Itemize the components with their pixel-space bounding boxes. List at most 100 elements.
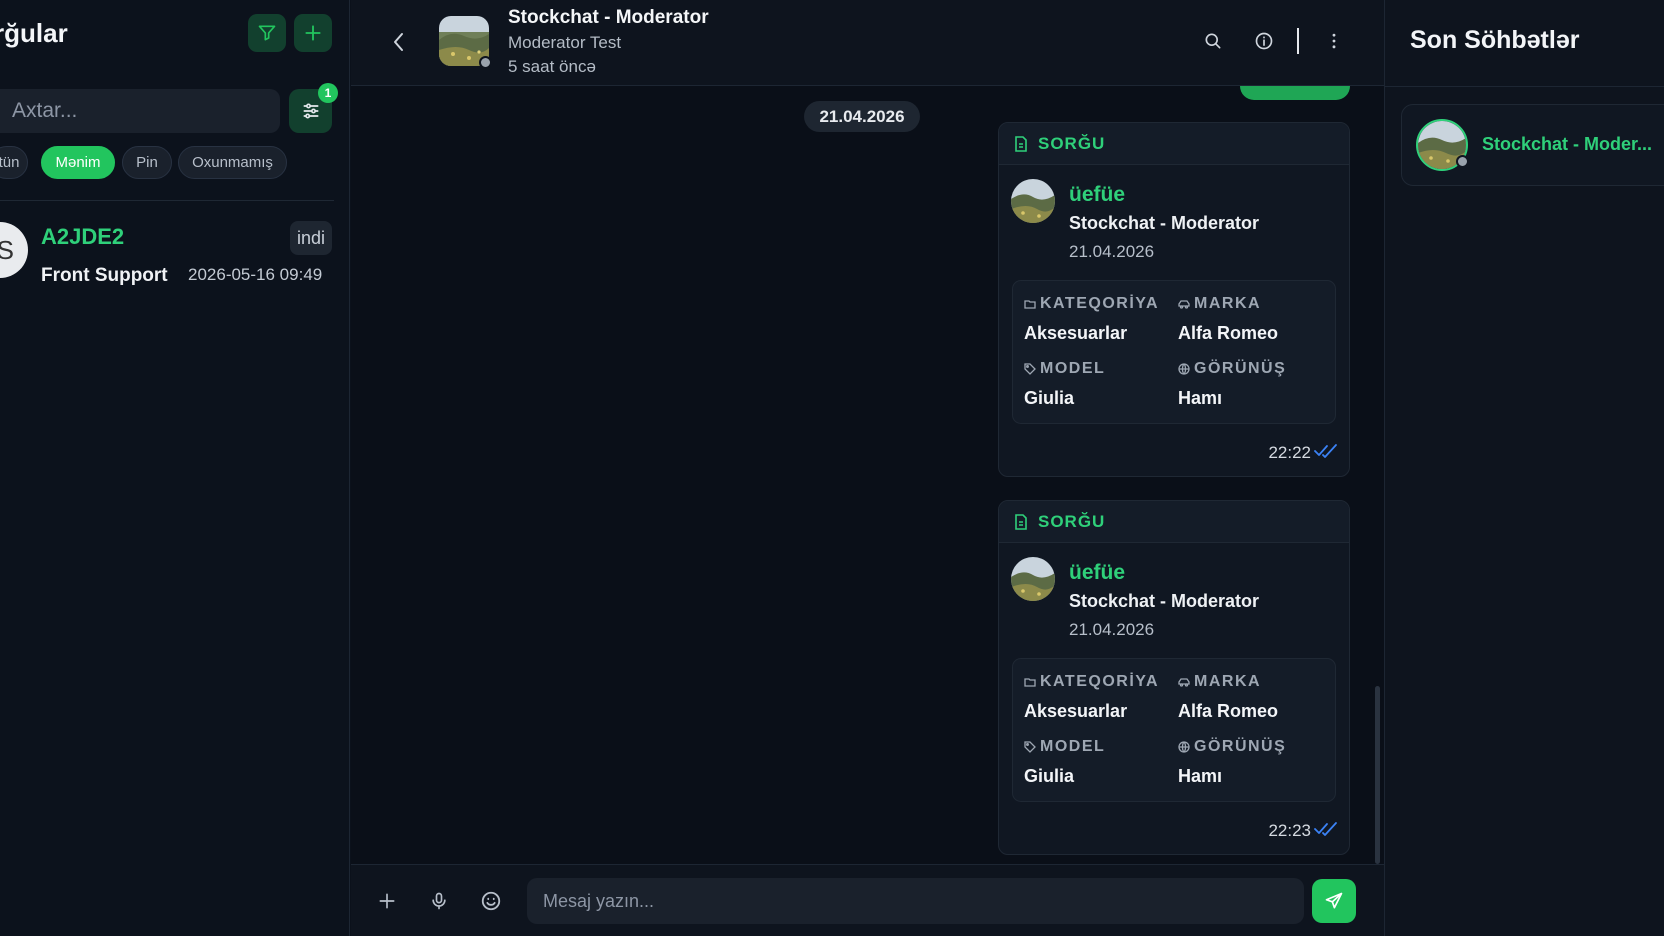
car-icon xyxy=(1178,678,1190,687)
message-composer xyxy=(351,864,1384,936)
field-value-model: Giulia xyxy=(1024,388,1075,408)
new-conversation-button[interactable] xyxy=(294,14,332,52)
search-input[interactable] xyxy=(0,89,280,133)
field-label-category: KATEQORİYA xyxy=(1024,295,1159,313)
plus-icon xyxy=(379,893,395,909)
message-list[interactable]: 21.04.2026 SORĞU üefüe Stockchat - Moder… xyxy=(351,86,1384,864)
mic-icon xyxy=(432,892,446,910)
field-label-brand: MARKA xyxy=(1178,673,1261,691)
avatar: S xyxy=(0,222,28,278)
last-seen: 5 saat öncə xyxy=(508,57,596,76)
search-icon xyxy=(1205,33,1221,49)
field-label-visibility: GÖRÜNÜŞ xyxy=(1178,738,1286,756)
card-user-date: 21.04.2026 xyxy=(1069,620,1155,639)
card-user-source: Stockchat - Moderator xyxy=(1069,213,1260,233)
scrollbar-thumb[interactable] xyxy=(1375,686,1380,864)
card-user: üefüe Stockchat - Moderator 21.04.2026 xyxy=(999,543,1349,658)
info-icon xyxy=(1255,32,1273,50)
double-check-icon xyxy=(1314,822,1337,836)
card-fields: KATEQORİYA Aksesuarlar MARKA Alfa Romeo … xyxy=(1012,658,1336,802)
conversation-time-badge: indi xyxy=(290,221,332,255)
field-value-visibility: Hamı xyxy=(1178,388,1223,408)
card-user-name: üefüe xyxy=(1069,183,1126,206)
avatar xyxy=(1011,179,1055,223)
attach-button[interactable] xyxy=(373,887,401,915)
field-value-category: Aksesuarlar xyxy=(1024,701,1128,721)
recent-panel-title: Son Söhbətlər xyxy=(1410,26,1580,54)
chat-header: Stockchat - Moderator Moderator Test 5 s… xyxy=(351,0,1384,86)
date-separator: 21.04.2026 xyxy=(804,101,920,132)
field-label-category: KATEQORİYA xyxy=(1024,673,1159,691)
document-icon xyxy=(1015,135,1027,152)
send-icon xyxy=(1325,892,1343,909)
recent-conversation-item[interactable]: Stockchat - Moder... 2 xyxy=(1401,104,1664,186)
folder-icon xyxy=(1024,300,1036,309)
double-check-icon xyxy=(1314,444,1337,458)
field-label-visibility: GÖRÜNÜŞ xyxy=(1178,360,1286,378)
inquiry-card[interactable]: SORĞU üefüe Stockchat - Moderator 21.04.… xyxy=(998,122,1350,477)
app-root: rğular 1 tün Mənim Pin Oxunmamış S A2JDE… xyxy=(0,0,1664,936)
document-icon xyxy=(1015,513,1027,530)
field-value-brand: Alfa Romeo xyxy=(1178,323,1279,343)
card-user-source: Stockchat - Moderator xyxy=(1069,591,1260,611)
chip-mine[interactable]: Mənim xyxy=(41,146,115,179)
presence-dot xyxy=(1456,155,1469,168)
field-value-model: Giulia xyxy=(1024,766,1075,786)
previous-message-bubble xyxy=(1240,86,1350,100)
globe-icon xyxy=(1178,363,1190,375)
search-button[interactable] xyxy=(1200,28,1226,54)
card-header: SORĞU xyxy=(999,501,1349,543)
filter-button[interactable] xyxy=(248,14,286,52)
advanced-filter-button[interactable]: 1 xyxy=(289,83,338,133)
emoji-icon xyxy=(481,891,501,911)
card-user-date: 21.04.2026 xyxy=(1069,242,1155,261)
tag-icon xyxy=(1024,741,1036,753)
info-button[interactable] xyxy=(1251,28,1277,54)
folder-icon xyxy=(1024,678,1036,687)
recent-conversation-name: Stockchat - Moder... xyxy=(1482,134,1653,154)
field-label-model: MODEL xyxy=(1024,360,1105,378)
header-separator xyxy=(1297,28,1299,54)
field-value-visibility: Hamı xyxy=(1178,766,1223,786)
field-value-brand: Alfa Romeo xyxy=(1178,701,1279,721)
avatar xyxy=(1011,557,1055,601)
card-footer: 22:23 xyxy=(999,802,1349,854)
card-user: üefüe Stockchat - Moderator 21.04.2026 xyxy=(999,165,1349,280)
inquiry-card[interactable]: SORĞU üefüe Stockchat - Moderator 21.04.… xyxy=(998,500,1350,855)
filter-icon xyxy=(258,25,276,41)
chat-title: Stockchat - Moderator xyxy=(508,7,709,28)
field-value-category: Aksesuarlar xyxy=(1024,323,1128,343)
car-icon xyxy=(1178,300,1190,309)
more-vertical-icon xyxy=(1332,33,1336,49)
conversation-date: 2026-05-16 09:49 xyxy=(188,265,323,284)
card-header-label: SORĞU xyxy=(1038,133,1106,153)
chevron-left-icon xyxy=(394,33,403,51)
message-time: 22:23 xyxy=(1268,821,1311,840)
message-input[interactable] xyxy=(527,878,1304,924)
recent-conversations-panel: Son Söhbətlər Stockchat - Moder... 2 xyxy=(1384,0,1664,936)
message-time: 22:22 xyxy=(1268,443,1311,462)
chat-subtitle: Moderator Test xyxy=(508,33,622,52)
recent-panel-divider xyxy=(1385,86,1664,87)
back-button[interactable] xyxy=(387,28,411,56)
presence-dot xyxy=(479,56,492,69)
conversation-name: A2JDE2 xyxy=(41,224,125,249)
chip-pin[interactable]: Pin xyxy=(122,146,172,179)
conversation-subtitle: Front Support xyxy=(41,265,168,286)
card-user-name: üefüe xyxy=(1069,561,1126,584)
conversations-sidebar: rğular 1 tün Mənim Pin Oxunmamış S A2JDE… xyxy=(0,0,350,936)
voice-button[interactable] xyxy=(425,887,453,915)
card-header: SORĞU xyxy=(999,123,1349,165)
chip-unread[interactable]: Oxunmamış xyxy=(178,146,287,179)
card-footer: 22:22 xyxy=(999,424,1349,476)
send-button[interactable] xyxy=(1312,879,1356,923)
plus-icon xyxy=(305,25,321,41)
field-label-model: MODEL xyxy=(1024,738,1105,756)
card-fields: KATEQORİYA Aksesuarlar MARKA Alfa Romeo … xyxy=(1012,280,1336,424)
more-options-button[interactable] xyxy=(1321,28,1347,54)
chip-all[interactable]: tün xyxy=(0,146,28,179)
sliders-icon xyxy=(303,103,318,119)
field-label-brand: MARKA xyxy=(1178,295,1261,313)
emoji-button[interactable] xyxy=(477,887,505,915)
tag-icon xyxy=(1024,363,1036,375)
